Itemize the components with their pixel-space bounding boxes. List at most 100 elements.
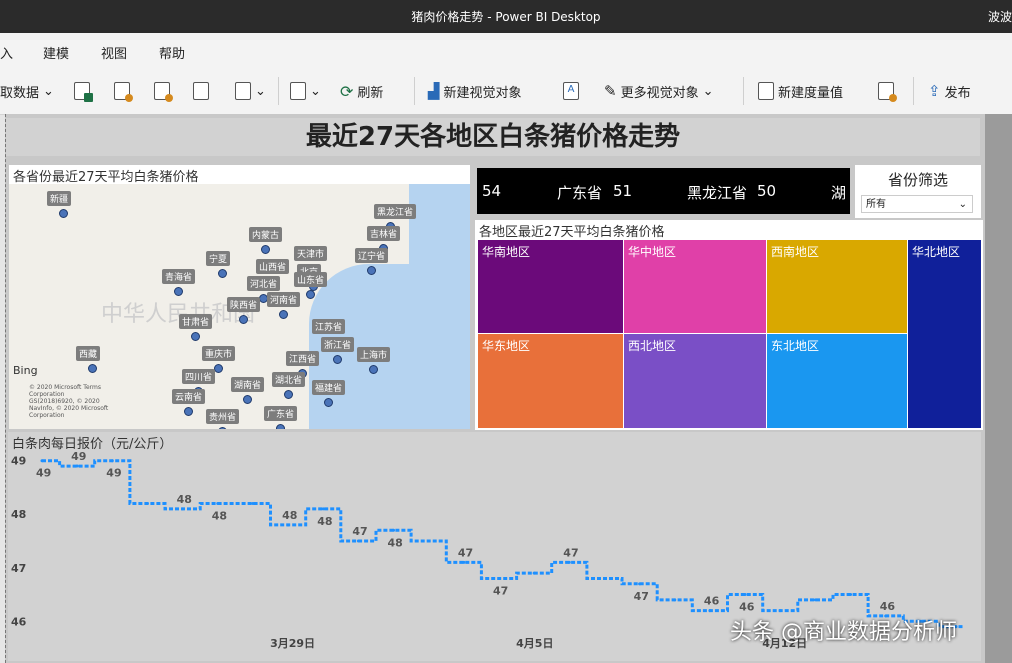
province-marker[interactable] bbox=[88, 364, 97, 373]
data-point bbox=[497, 576, 501, 580]
province-marker[interactable] bbox=[239, 315, 248, 324]
menu-item-view[interactable]: 视图 bbox=[101, 43, 127, 62]
treemap-tile-xinan[interactable]: 西南地区 bbox=[766, 239, 908, 334]
report-title: 最近27天各地区白条猪价格走势 bbox=[6, 118, 980, 156]
sql-icon bbox=[154, 82, 173, 102]
ribbon: 取数据 ⌄ ⌄ ⌄ ⟳ 刷新 ▟ 新建视觉对象 A ✎ 更多视觉对象 ⌄ 新建度… bbox=[0, 67, 1012, 115]
sea bbox=[409, 184, 470, 274]
province-marker[interactable] bbox=[218, 427, 227, 429]
treemap-tile-huanan[interactable]: 华南地区 bbox=[477, 239, 624, 334]
new-measure-button[interactable]: 新建度量值 bbox=[758, 81, 843, 101]
province-marker[interactable] bbox=[284, 390, 293, 399]
new-visual-button[interactable]: ▟ 新建视觉对象 bbox=[428, 81, 522, 101]
data-point bbox=[110, 459, 114, 463]
province-label: 河北省 bbox=[247, 276, 281, 291]
data-point bbox=[181, 507, 185, 511]
chevron-down-icon: ⌄ bbox=[310, 83, 321, 99]
enter-data-button[interactable] bbox=[193, 81, 209, 101]
tile-label: 华北地区 bbox=[912, 245, 961, 259]
text-box-icon: A bbox=[563, 82, 579, 100]
y-tick-label: 46 bbox=[11, 615, 27, 628]
data-point bbox=[708, 609, 712, 613]
province-marker[interactable] bbox=[218, 269, 227, 278]
excel-button[interactable] bbox=[74, 81, 93, 102]
ticker-value: 50 bbox=[757, 182, 777, 200]
tile-label: 东北地区 bbox=[771, 339, 820, 353]
province-marker[interactable] bbox=[367, 266, 376, 275]
treemap-tile-huazhong[interactable]: 华中地区 bbox=[623, 239, 767, 334]
province-slicer[interactable]: 省份筛选 所有 ⌄ bbox=[855, 165, 981, 218]
province-marker[interactable] bbox=[174, 287, 183, 296]
province-label: 浙江省 bbox=[321, 337, 355, 352]
quick-measure-button[interactable] bbox=[878, 81, 897, 102]
publish-icon: ⇪ bbox=[928, 82, 941, 100]
province-label: 福建省 bbox=[312, 380, 346, 395]
province-marker[interactable] bbox=[184, 407, 193, 416]
treemap-tile-dongbei[interactable]: 东北地区 bbox=[766, 333, 908, 429]
recent-sources-button[interactable]: ⌄ bbox=[235, 81, 266, 101]
province-label: 黑龙江省 bbox=[374, 204, 417, 219]
province-marker[interactable] bbox=[214, 364, 223, 373]
refresh-button[interactable]: ⟳ 刷新 bbox=[340, 81, 383, 101]
chevron-down-icon: ⌄ bbox=[43, 83, 54, 99]
treemap-tile-xibei[interactable]: 西北地区 bbox=[623, 333, 767, 429]
more-visuals-button[interactable]: ✎ 更多视觉对象 ⌄ bbox=[604, 81, 714, 101]
province-label: 天津市 bbox=[294, 246, 328, 261]
map-area[interactable]: 中华人民共和国 新疆黑龙江省吉林省内蒙古辽宁省宁夏天津市北京山西省青海省河北省山… bbox=[9, 184, 470, 429]
divider bbox=[414, 77, 415, 105]
bar-chart-icon: ▟ bbox=[428, 82, 440, 100]
province-marker[interactable] bbox=[276, 424, 285, 429]
get-data-button[interactable]: 取数据 ⌄ bbox=[0, 81, 54, 101]
treemap-title: 各地区最近27天平均白条猪价格 bbox=[479, 225, 665, 240]
map-visual[interactable]: 各省份最近27天平均白条猪价格 中华人民共和国 新疆 黑龙江省 吉林省 内蒙古 辽宁省宁… bbox=[9, 165, 470, 429]
publish-button[interactable]: ⇪ 发布 bbox=[928, 81, 971, 101]
sql-button[interactable] bbox=[154, 81, 173, 102]
data-label: 49 bbox=[71, 450, 86, 463]
chevron-down-icon: ⌄ bbox=[958, 199, 967, 210]
data-point bbox=[778, 609, 782, 613]
dataset-button[interactable] bbox=[114, 81, 133, 102]
province-marker[interactable] bbox=[191, 332, 200, 341]
treemap-visual[interactable]: 各地区最近27天平均白条猪价格 华南地区 华中地区 西南地区 华北地区 华东地区… bbox=[475, 220, 983, 430]
menu-item-modeling[interactable]: 建模 bbox=[43, 43, 69, 62]
province-label: 广东省 bbox=[264, 406, 298, 421]
tile-label: 华南地区 bbox=[482, 245, 531, 259]
user-name[interactable]: 波波 bbox=[988, 8, 1012, 25]
ticker-visual[interactable]: 54 广东省 51 黑龙江省 50 湖 bbox=[477, 168, 850, 214]
province-label: 宁夏 bbox=[206, 251, 231, 266]
province-marker[interactable] bbox=[306, 290, 315, 299]
province-label: 湖南省 bbox=[231, 377, 265, 392]
province-marker[interactable] bbox=[279, 310, 288, 319]
text-box-button[interactable]: A bbox=[563, 81, 579, 101]
menu-item-insert[interactable]: 入 bbox=[0, 43, 13, 62]
province-label: 江西省 bbox=[286, 351, 320, 366]
province-label: 青海省 bbox=[162, 269, 196, 284]
data-label: 46 bbox=[704, 595, 720, 608]
treemap-tile-huabei[interactable]: 华北地区 bbox=[907, 239, 982, 429]
province-marker[interactable] bbox=[333, 355, 342, 364]
menu-item-help[interactable]: 帮助 bbox=[159, 43, 185, 62]
more-visuals-label: 更多视觉对象 bbox=[620, 85, 699, 101]
data-label: 48 bbox=[212, 510, 227, 523]
province-marker[interactable] bbox=[59, 209, 68, 218]
transform-button[interactable]: ⌄ bbox=[290, 81, 321, 101]
data-label: 49 bbox=[36, 467, 51, 480]
province-label: 内蒙古 bbox=[249, 227, 283, 242]
province-label: 四川省 bbox=[182, 369, 216, 384]
province-marker[interactable] bbox=[324, 398, 333, 407]
province-marker[interactable] bbox=[369, 365, 378, 374]
province-label: 云南省 bbox=[172, 389, 206, 404]
slicer-title: 省份筛选 bbox=[887, 171, 948, 189]
map-title: 各省份最近27天平均白条猪价格 bbox=[13, 170, 199, 185]
province-label: 陕西省 bbox=[227, 297, 261, 312]
province-marker[interactable] bbox=[261, 245, 270, 254]
transform-icon bbox=[290, 82, 306, 100]
treemap-tile-huadong[interactable]: 华东地区 bbox=[477, 333, 624, 429]
ticker-value: 54 bbox=[482, 182, 502, 200]
divider bbox=[743, 77, 744, 105]
province-marker[interactable] bbox=[243, 395, 252, 404]
province-label: 河南省 bbox=[267, 292, 301, 307]
series-line bbox=[42, 459, 964, 629]
data-label: 48 bbox=[177, 493, 192, 506]
slicer-dropdown[interactable]: 所有 ⌄ bbox=[861, 195, 973, 213]
